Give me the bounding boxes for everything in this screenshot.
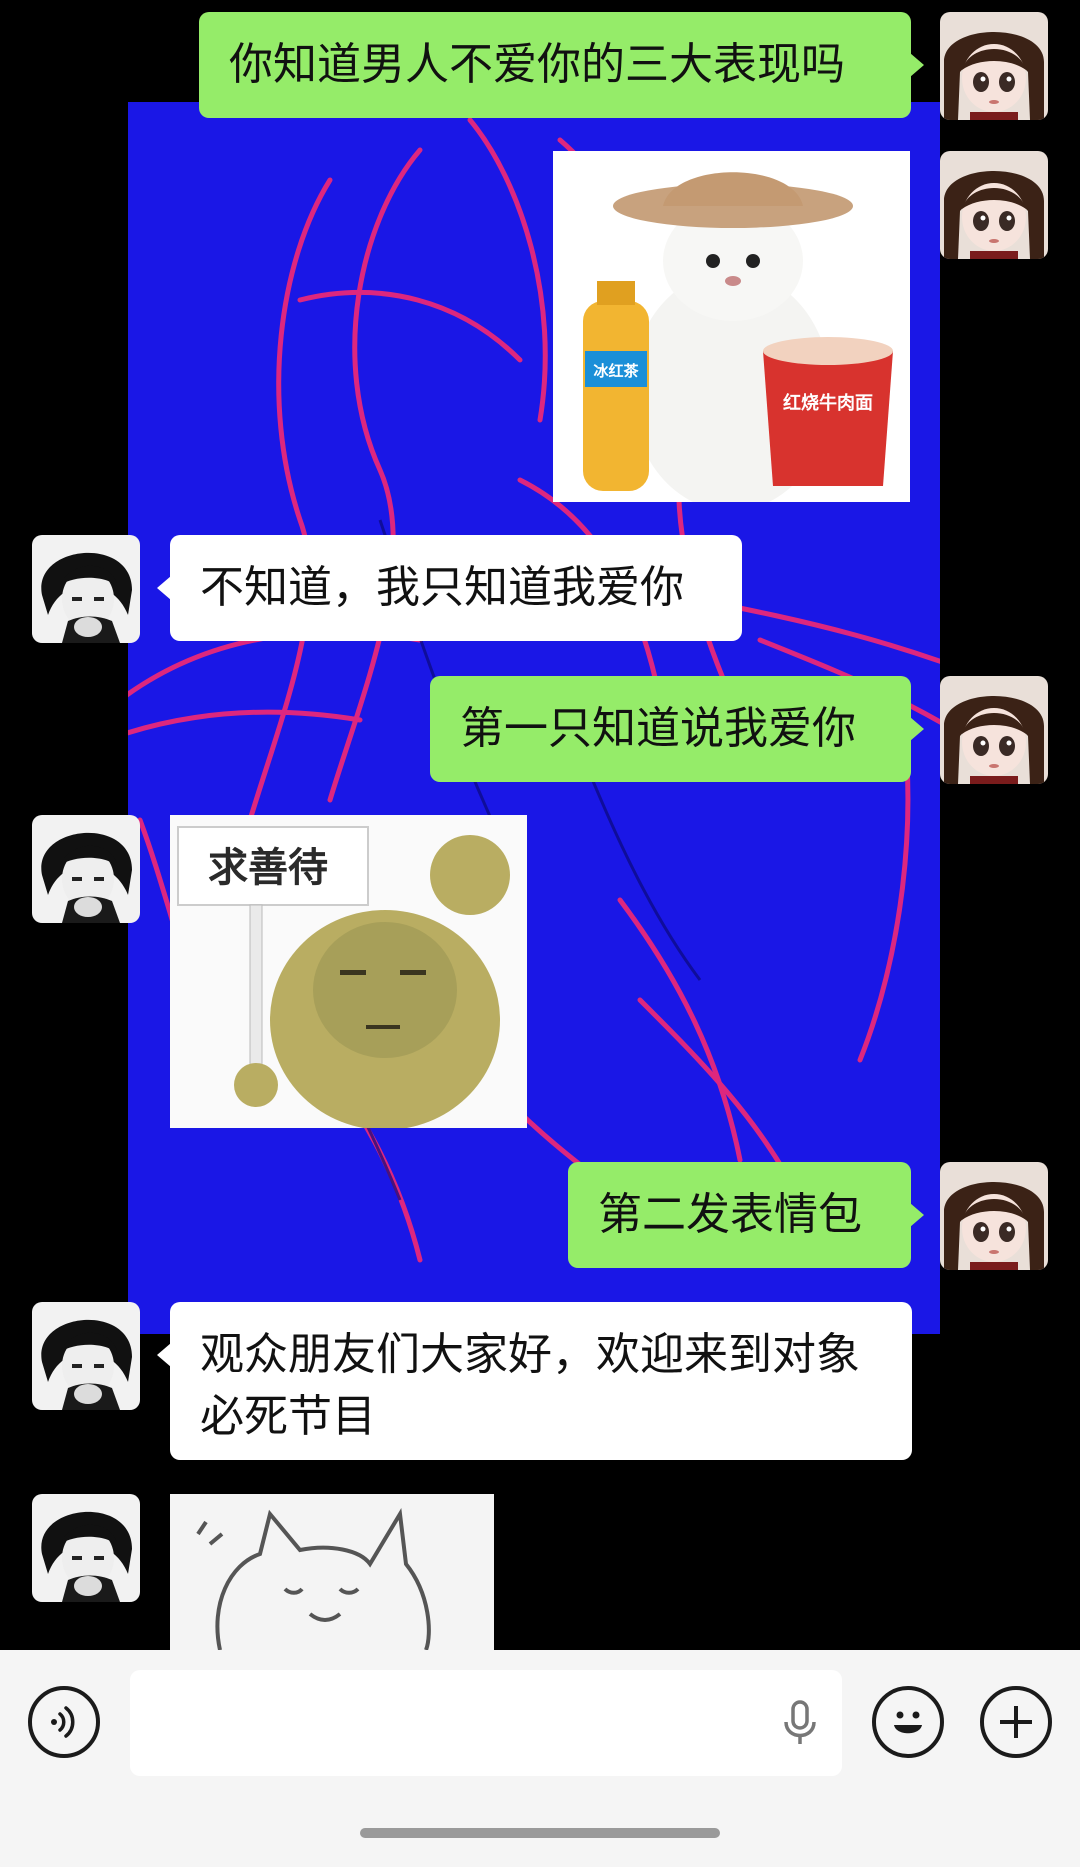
message-input[interactable]: [130, 1670, 842, 1776]
message-bubble[interactable]: 不知道，我只知道我爱你: [170, 535, 742, 641]
mic-button[interactable]: [780, 1698, 820, 1748]
doll-avatar-icon: [940, 1162, 1048, 1270]
message-text: 第一只知道说我爱你: [460, 703, 856, 754]
voice-wave-icon: [51, 1706, 75, 1738]
more-button[interactable]: [980, 1686, 1052, 1758]
bubble-tail: [910, 1203, 924, 1227]
message-bubble[interactable]: 观众朋友们大家好，欢迎来到对象 必死节目: [170, 1302, 912, 1460]
home-indicator[interactable]: [360, 1828, 720, 1838]
cat-sketch-sticker[interactable]: [170, 1494, 494, 1650]
anime-boy-avatar-icon: [32, 1494, 140, 1602]
message-text: 第二发表情包: [598, 1189, 862, 1240]
drink-label: 冰红茶: [593, 362, 639, 380]
contact-avatar[interactable]: [32, 815, 140, 923]
my-avatar[interactable]: [940, 676, 1048, 784]
message-bubble[interactable]: 第二发表情包: [568, 1162, 911, 1268]
microphone-icon: [784, 1700, 816, 1744]
voice-button[interactable]: [28, 1686, 100, 1758]
smile-face-icon: [894, 1711, 922, 1734]
plus-icon: [1000, 1706, 1032, 1738]
bubble-tail: [910, 53, 924, 77]
cat-with-hat-sticker[interactable]: 冰红茶 红烧牛肉面: [553, 151, 910, 502]
contact-avatar[interactable]: [32, 1494, 140, 1602]
anime-boy-avatar-icon: [32, 1302, 140, 1410]
chat-area[interactable]: 你知道男人不爱你的三大表现吗 冰红茶 红烧牛肉面 不知道，我只知道我爱你 第一只…: [0, 0, 1080, 1650]
doll-avatar-icon: [940, 676, 1048, 784]
cat-sketch-image: [196, 1507, 431, 1650]
message-bubble[interactable]: 第一只知道说我爱你: [430, 676, 911, 782]
cat-with-hat-image: 冰红茶 红烧牛肉面: [583, 172, 893, 502]
input-bar: [0, 1650, 1080, 1867]
doll-avatar-icon: [940, 151, 1048, 259]
anime-boy-avatar-icon: [32, 535, 140, 643]
anime-boy-avatar-icon: [32, 815, 140, 923]
contact-avatar[interactable]: [32, 1302, 140, 1410]
message-text: 不知道，我只知道我爱你: [200, 562, 684, 613]
sign-text: 求善待: [208, 845, 328, 891]
bubble-tail: [157, 576, 171, 600]
my-avatar[interactable]: [940, 12, 1048, 120]
bear-sign-image: 求善待: [177, 826, 510, 1128]
bubble-tail: [910, 717, 924, 741]
bubble-tail: [157, 1343, 171, 1367]
my-avatar[interactable]: [940, 1162, 1048, 1270]
noodle-label: 红烧牛肉面: [783, 392, 873, 414]
message-text-line: 必死节目: [200, 1391, 376, 1442]
bear-sign-sticker[interactable]: 求善待: [170, 815, 527, 1128]
my-avatar[interactable]: [940, 151, 1048, 259]
message-text: 你知道男人不爱你的三大表现吗: [229, 39, 845, 90]
message-text-line: 观众朋友们大家好，欢迎来到对象: [200, 1329, 860, 1380]
contact-avatar[interactable]: [32, 535, 140, 643]
message-bubble[interactable]: 你知道男人不爱你的三大表现吗: [199, 12, 911, 118]
emoji-button[interactable]: [872, 1686, 944, 1758]
doll-avatar-icon: [940, 12, 1048, 120]
